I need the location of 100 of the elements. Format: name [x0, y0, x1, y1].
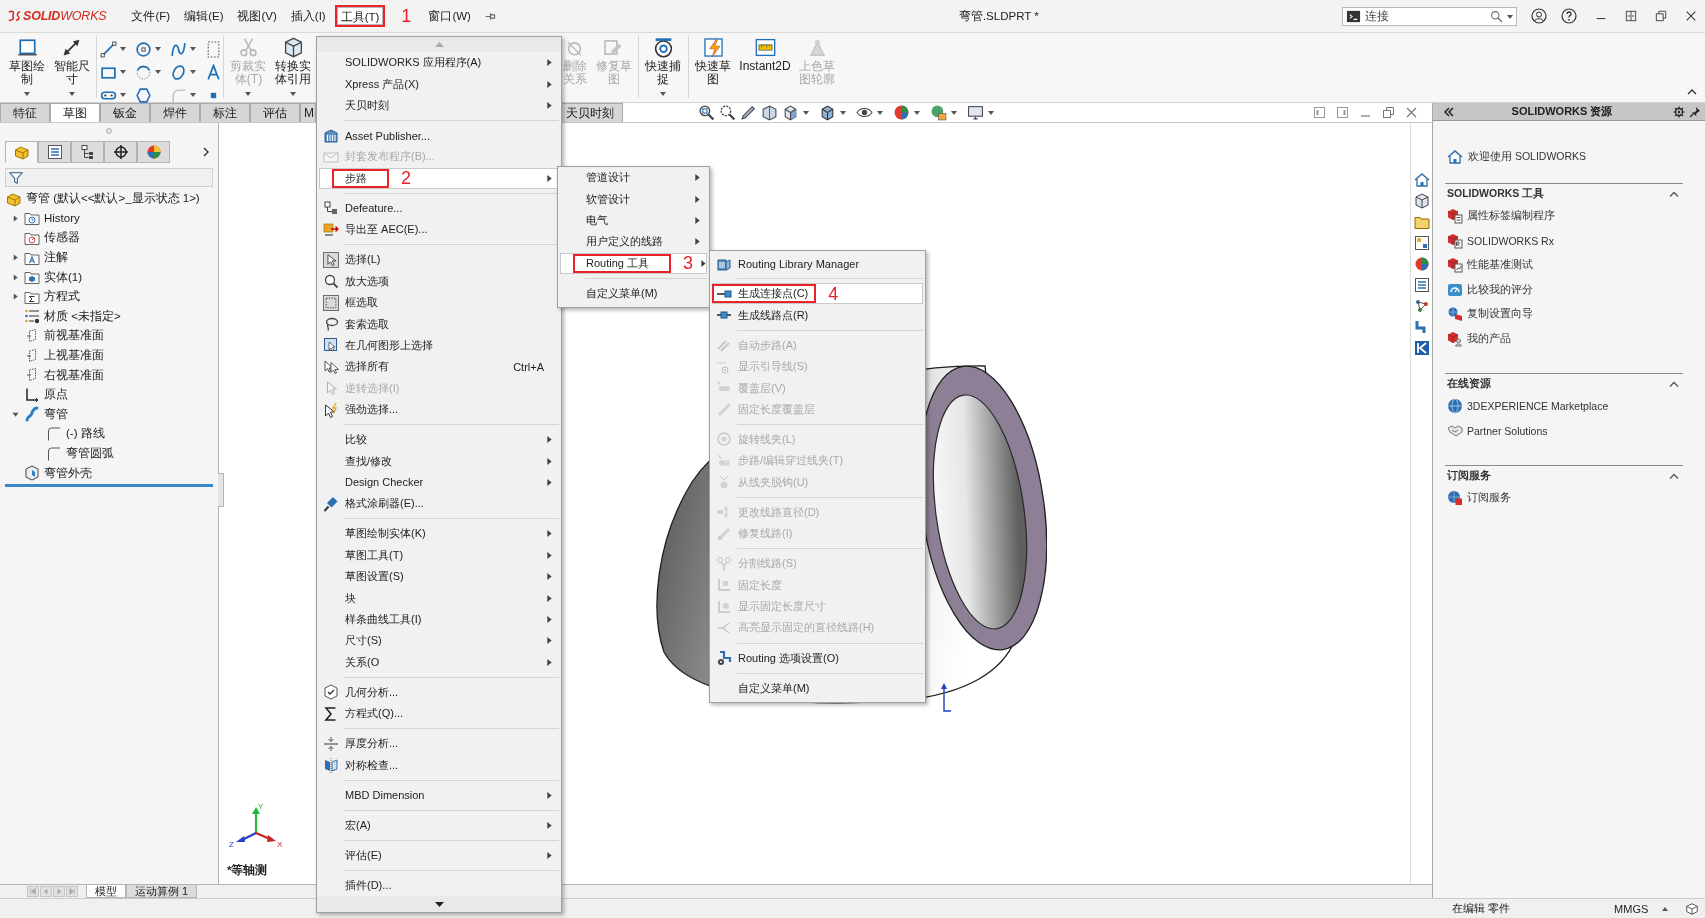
panel-tab[interactable]	[38, 140, 71, 163]
circle-icon[interactable]	[135, 40, 153, 58]
settings-icon[interactable]	[1673, 105, 1685, 118]
section-view-icon[interactable]	[761, 104, 778, 121]
rollback-bar[interactable]	[5, 483, 213, 487]
menu-item[interactable]: 插件(D)...	[319, 874, 559, 897]
menu-item[interactable]: Routing 选项设置(O)	[712, 647, 923, 669]
menu-item[interactable]: 查找/修改	[319, 450, 559, 472]
caret-icon[interactable]	[1507, 14, 1513, 19]
close-icon[interactable]	[1405, 106, 1418, 119]
menu-item[interactable]: 尺寸(S)	[319, 630, 559, 652]
pin-icon[interactable]	[1689, 105, 1701, 118]
menu-item[interactable]: 视图(V)	[232, 5, 282, 27]
tab[interactable]: 特征	[0, 103, 50, 122]
caret-icon[interactable]	[660, 92, 667, 96]
menu-item[interactable]: 软管设计	[560, 188, 707, 210]
menu-item[interactable]: 导出至 AEC(E)...	[319, 219, 559, 241]
home-icon[interactable]	[1413, 172, 1430, 188]
menu-item[interactable]: 方程式(Q)...	[319, 703, 559, 725]
tree-item[interactable]: 原点	[0, 384, 218, 405]
scene-icon[interactable]	[930, 104, 947, 121]
tree-item[interactable]: 方程式	[0, 286, 218, 307]
menu-item[interactable]: 自定义菜单(M)	[560, 282, 707, 305]
close-icon[interactable]	[1685, 10, 1697, 22]
resource-link[interactable]: 我的产品	[1445, 326, 1683, 351]
menu-item[interactable]: 选择所有 Ctrl+A	[319, 356, 559, 378]
help-icon[interactable]	[1561, 8, 1577, 24]
menu-item[interactable]: 草图绘制实体(K)	[319, 523, 559, 545]
panel-tab[interactable]	[71, 140, 104, 163]
expand-arrow-icon[interactable]	[11, 410, 19, 418]
caret-icon[interactable]	[290, 92, 297, 96]
tree-item[interactable]: 前视基准面	[0, 326, 218, 346]
cube-stack-icon[interactable]	[1413, 193, 1430, 209]
menu-item[interactable]: 窗口(W)	[423, 5, 476, 27]
zoom-fit-icon[interactable]	[698, 104, 715, 121]
panel-tab[interactable]	[104, 140, 137, 163]
arc-icon[interactable]	[135, 63, 153, 81]
menu-item[interactable]: 天贝时刻	[319, 94, 559, 117]
tree-item[interactable]: (-) 路线	[0, 424, 218, 444]
caret-icon[interactable]	[840, 110, 846, 115]
caret-icon[interactable]	[120, 93, 127, 97]
menu-item[interactable]: 对称检查...	[319, 754, 559, 776]
collapse-caret-icon[interactable]	[1687, 88, 1697, 95]
tree-item[interactable]: 材质 <未指定>	[0, 306, 218, 327]
zoom-area-icon[interactable]	[719, 104, 736, 121]
splitter-handle[interactable]	[218, 473, 224, 507]
menu-item[interactable]: 用户定义的线路	[560, 231, 707, 253]
caret-icon[interactable]	[68, 92, 75, 96]
menu-item[interactable]: 管道设计	[560, 167, 707, 189]
resource-link[interactable]: 复制设置向导	[1445, 302, 1683, 327]
tab[interactable]: 运动算例 1	[126, 885, 198, 898]
caret-icon[interactable]	[190, 47, 197, 51]
units-selector[interactable]: MMGS	[1614, 902, 1649, 915]
search-icon[interactable]	[1490, 9, 1503, 23]
color-sphere-icon[interactable]	[893, 104, 910, 121]
caret-icon[interactable]	[155, 70, 162, 74]
menu-item[interactable]: 生成连接点(C) 4	[712, 283, 923, 305]
line-icon[interactable]	[100, 40, 118, 58]
expand-arrow-icon[interactable]	[11, 214, 19, 222]
caret-icon[interactable]	[1662, 906, 1669, 911]
menu-item[interactable]: 宏(A)	[319, 814, 559, 837]
tab[interactable]: 草图	[50, 103, 100, 122]
caret-icon[interactable]	[120, 47, 127, 51]
caret-icon[interactable]	[24, 92, 31, 96]
double-chevron-left-icon[interactable]	[1443, 105, 1455, 118]
menu-item[interactable]: 步路 2	[319, 167, 559, 190]
tile-left-icon[interactable]	[1313, 106, 1326, 119]
expand-arrow-icon[interactable]	[11, 273, 19, 281]
tree-item[interactable]: 弯管外壳	[0, 463, 218, 483]
menu-item[interactable]: 编辑(E)	[179, 5, 229, 27]
resource-link[interactable]: Partner Solutions	[1445, 418, 1683, 443]
menu-item[interactable]: 格式涂刷器(E)...	[319, 493, 559, 515]
expand-arrow-icon[interactable]	[11, 254, 19, 262]
tile-windows-icon[interactable]	[1625, 10, 1637, 22]
resource-link[interactable]: 性能基准测试	[1445, 253, 1683, 278]
tab[interactable]: M	[300, 103, 316, 122]
tile-right-icon[interactable]	[1336, 106, 1349, 119]
menu-item[interactable]: MBD Dimension	[319, 784, 559, 806]
grip-handle-icon[interactable]	[106, 128, 112, 134]
menu-item[interactable]: 样条曲线工具(I)	[319, 608, 559, 631]
caret-icon[interactable]	[877, 110, 883, 115]
resource-link[interactable]: 比较我的评分	[1445, 277, 1683, 302]
resource-link[interactable]: 3DEXPERIENCE Marketplace	[1445, 394, 1683, 419]
resource-link[interactable]: 订阅服务	[1445, 486, 1683, 511]
menu-item[interactable]: Routing 工具 3	[560, 252, 707, 274]
color-sphere-icon[interactable]	[1413, 256, 1430, 272]
restore-icon[interactable]	[1382, 106, 1395, 119]
menu-item[interactable]: 比较	[319, 429, 559, 451]
menu-item[interactable]: Defeature...	[319, 197, 559, 220]
caret-icon[interactable]	[988, 110, 994, 115]
tab[interactable]: 焊件	[150, 103, 200, 122]
view-cube-icon[interactable]	[782, 104, 799, 121]
tree-item[interactable]: History	[0, 208, 218, 229]
tab[interactable]: 模型	[86, 885, 126, 898]
tree-item[interactable]: 弯管 (默认<<默认>_显示状态 1>)	[0, 189, 218, 209]
menu-item[interactable]: 放大选项	[319, 270, 559, 292]
display-style-cube-icon[interactable]	[819, 104, 836, 121]
caret-icon[interactable]	[120, 70, 127, 74]
caret-icon[interactable]	[803, 110, 809, 115]
resource-link[interactable]: 属性标签编制程序	[1445, 204, 1683, 229]
